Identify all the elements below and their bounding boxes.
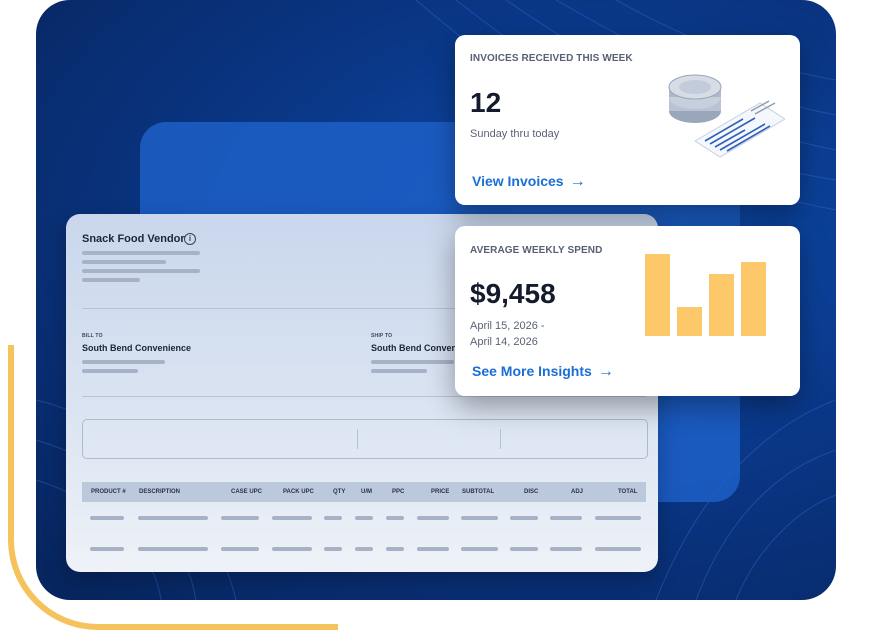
placeholder-cell (510, 516, 538, 520)
date-range-end: April 14, 2026 (470, 336, 538, 348)
placeholder-line (371, 360, 454, 364)
box-separator (500, 429, 501, 449)
box-separator (357, 429, 358, 449)
spend-bar (645, 254, 670, 336)
view-invoices-link[interactable]: View Invoices → (472, 173, 586, 191)
card-label: AVERAGE WEEKLY SPEND (470, 245, 603, 256)
card-label: INVOICES RECEIVED THIS WEEK (470, 53, 633, 64)
spend-bar-chart-icon (645, 254, 775, 336)
placeholder-cell (550, 547, 582, 551)
column-header: PPC (392, 489, 405, 495)
spend-bar (709, 274, 734, 336)
column-header: PRODUCT # (91, 489, 126, 495)
column-header: PACK UPC (283, 489, 314, 495)
column-header: DISC (524, 489, 539, 495)
placeholder-line (82, 251, 200, 255)
see-more-insights-link[interactable]: See More Insights → (472, 363, 614, 381)
column-header: TOTAL (618, 489, 638, 495)
column-header: ADJ (571, 489, 584, 495)
placeholder-cell (90, 547, 124, 551)
placeholder-line (82, 360, 165, 364)
placeholder-cell (595, 516, 641, 520)
placeholder-cell (510, 547, 538, 551)
placeholder-cell (417, 547, 449, 551)
placeholder-cell (461, 547, 498, 551)
arrow-right-icon: → (597, 363, 614, 380)
placeholder-cell (595, 547, 641, 551)
period-text: Sunday thru today (470, 128, 560, 140)
placeholder-line (82, 369, 138, 373)
placeholder-cell (461, 516, 498, 520)
info-icon[interactable]: i (184, 233, 196, 245)
receipt-coins-icon (668, 74, 785, 158)
spend-value: $9,458 (470, 278, 556, 309)
column-header: SUBTOTAL (462, 489, 495, 495)
placeholder-cell (221, 547, 259, 551)
table-header: PRODUCT # DESCRIPTION CASE UPC PACK UPC … (82, 482, 646, 502)
placeholder-cell (138, 547, 208, 551)
placeholder-cell (355, 516, 373, 520)
vendor-name: Snack Food Vendor (82, 233, 185, 245)
spend-bar (677, 307, 702, 336)
placeholder-cell (324, 547, 342, 551)
bill-to-name: South Bend Convenience (82, 343, 192, 353)
placeholder-line (82, 260, 166, 264)
placeholder-cell (417, 516, 449, 520)
placeholder-cell (272, 547, 312, 551)
column-header: DESCRIPTION (139, 489, 181, 495)
column-header: QTY (333, 489, 346, 495)
invoices-received-card: INVOICES RECEIVED THIS WEEK 12 Sunday th… (455, 35, 800, 205)
placeholder-line (82, 269, 200, 273)
placeholder-cell (324, 516, 342, 520)
divider (82, 396, 646, 397)
placeholder-cell (386, 547, 404, 551)
placeholder-cell (90, 516, 124, 520)
view-invoices-label: View Invoices (472, 173, 564, 189)
placeholder-cell (221, 516, 259, 520)
placeholder-line (82, 278, 140, 282)
coin-stack-icon (668, 74, 722, 123)
column-header: PRICE (431, 489, 450, 495)
ship-to-label: SHIP TO (371, 333, 393, 339)
average-spend-card: AVERAGE WEEKLY SPEND $9,458 April 15, 20… (455, 226, 800, 396)
invoice-details-box (82, 419, 648, 459)
placeholder-cell (272, 516, 312, 520)
column-header: CASE UPC (231, 489, 263, 495)
see-more-insights-label: See More Insights (472, 363, 592, 379)
column-header: U/M (361, 489, 372, 495)
date-range-start: April 15, 2026 - (470, 320, 545, 332)
placeholder-line (371, 369, 427, 373)
arrow-right-icon: → (569, 173, 586, 190)
placeholder-cell (386, 516, 404, 520)
placeholder-cell (138, 516, 208, 520)
invoice-count: 12 (470, 87, 502, 118)
placeholder-cell (550, 516, 582, 520)
spend-bar (741, 262, 766, 336)
placeholder-cell (355, 547, 373, 551)
bill-to-label: BILL TO (82, 333, 103, 339)
